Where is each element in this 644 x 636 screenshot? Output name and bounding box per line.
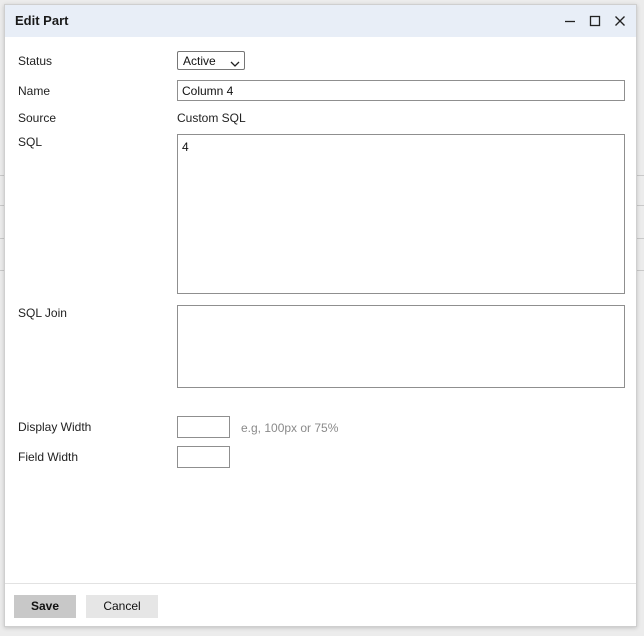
dialog-title: Edit Part xyxy=(15,13,69,28)
edit-part-dialog: Edit Part Status Active Name Column 4 So… xyxy=(4,4,637,627)
minimize-icon[interactable] xyxy=(560,11,580,31)
field-width-label: Field Width xyxy=(18,450,79,464)
display-width-hint: e.g, 100px or 75% xyxy=(241,421,339,435)
source-label: Source xyxy=(18,111,57,125)
display-width-input[interactable] xyxy=(177,416,230,438)
name-label: Name xyxy=(18,84,51,98)
close-icon[interactable] xyxy=(610,11,630,31)
save-button[interactable]: Save xyxy=(14,595,76,618)
maximize-icon[interactable] xyxy=(585,11,605,31)
sql-textarea[interactable]: 4 xyxy=(177,134,625,294)
cancel-button[interactable]: Cancel xyxy=(86,595,158,618)
status-select-value: Active xyxy=(183,54,216,68)
sql-textarea-value: 4 xyxy=(182,140,189,154)
status-label: Status xyxy=(18,54,53,68)
sql-join-textarea[interactable] xyxy=(177,305,625,388)
name-input-value: Column 4 xyxy=(182,84,234,98)
dialog-titlebar[interactable]: Edit Part xyxy=(5,5,636,37)
source-value: Custom SQL xyxy=(177,111,246,125)
sql-label: SQL xyxy=(18,135,43,149)
chevron-down-icon xyxy=(230,57,240,71)
status-select[interactable]: Active xyxy=(177,51,245,70)
field-width-input[interactable] xyxy=(177,446,230,468)
sql-join-label: SQL Join xyxy=(18,306,67,320)
display-width-label: Display Width xyxy=(18,420,92,434)
name-input[interactable]: Column 4 xyxy=(177,80,625,101)
footer-divider xyxy=(5,583,636,584)
